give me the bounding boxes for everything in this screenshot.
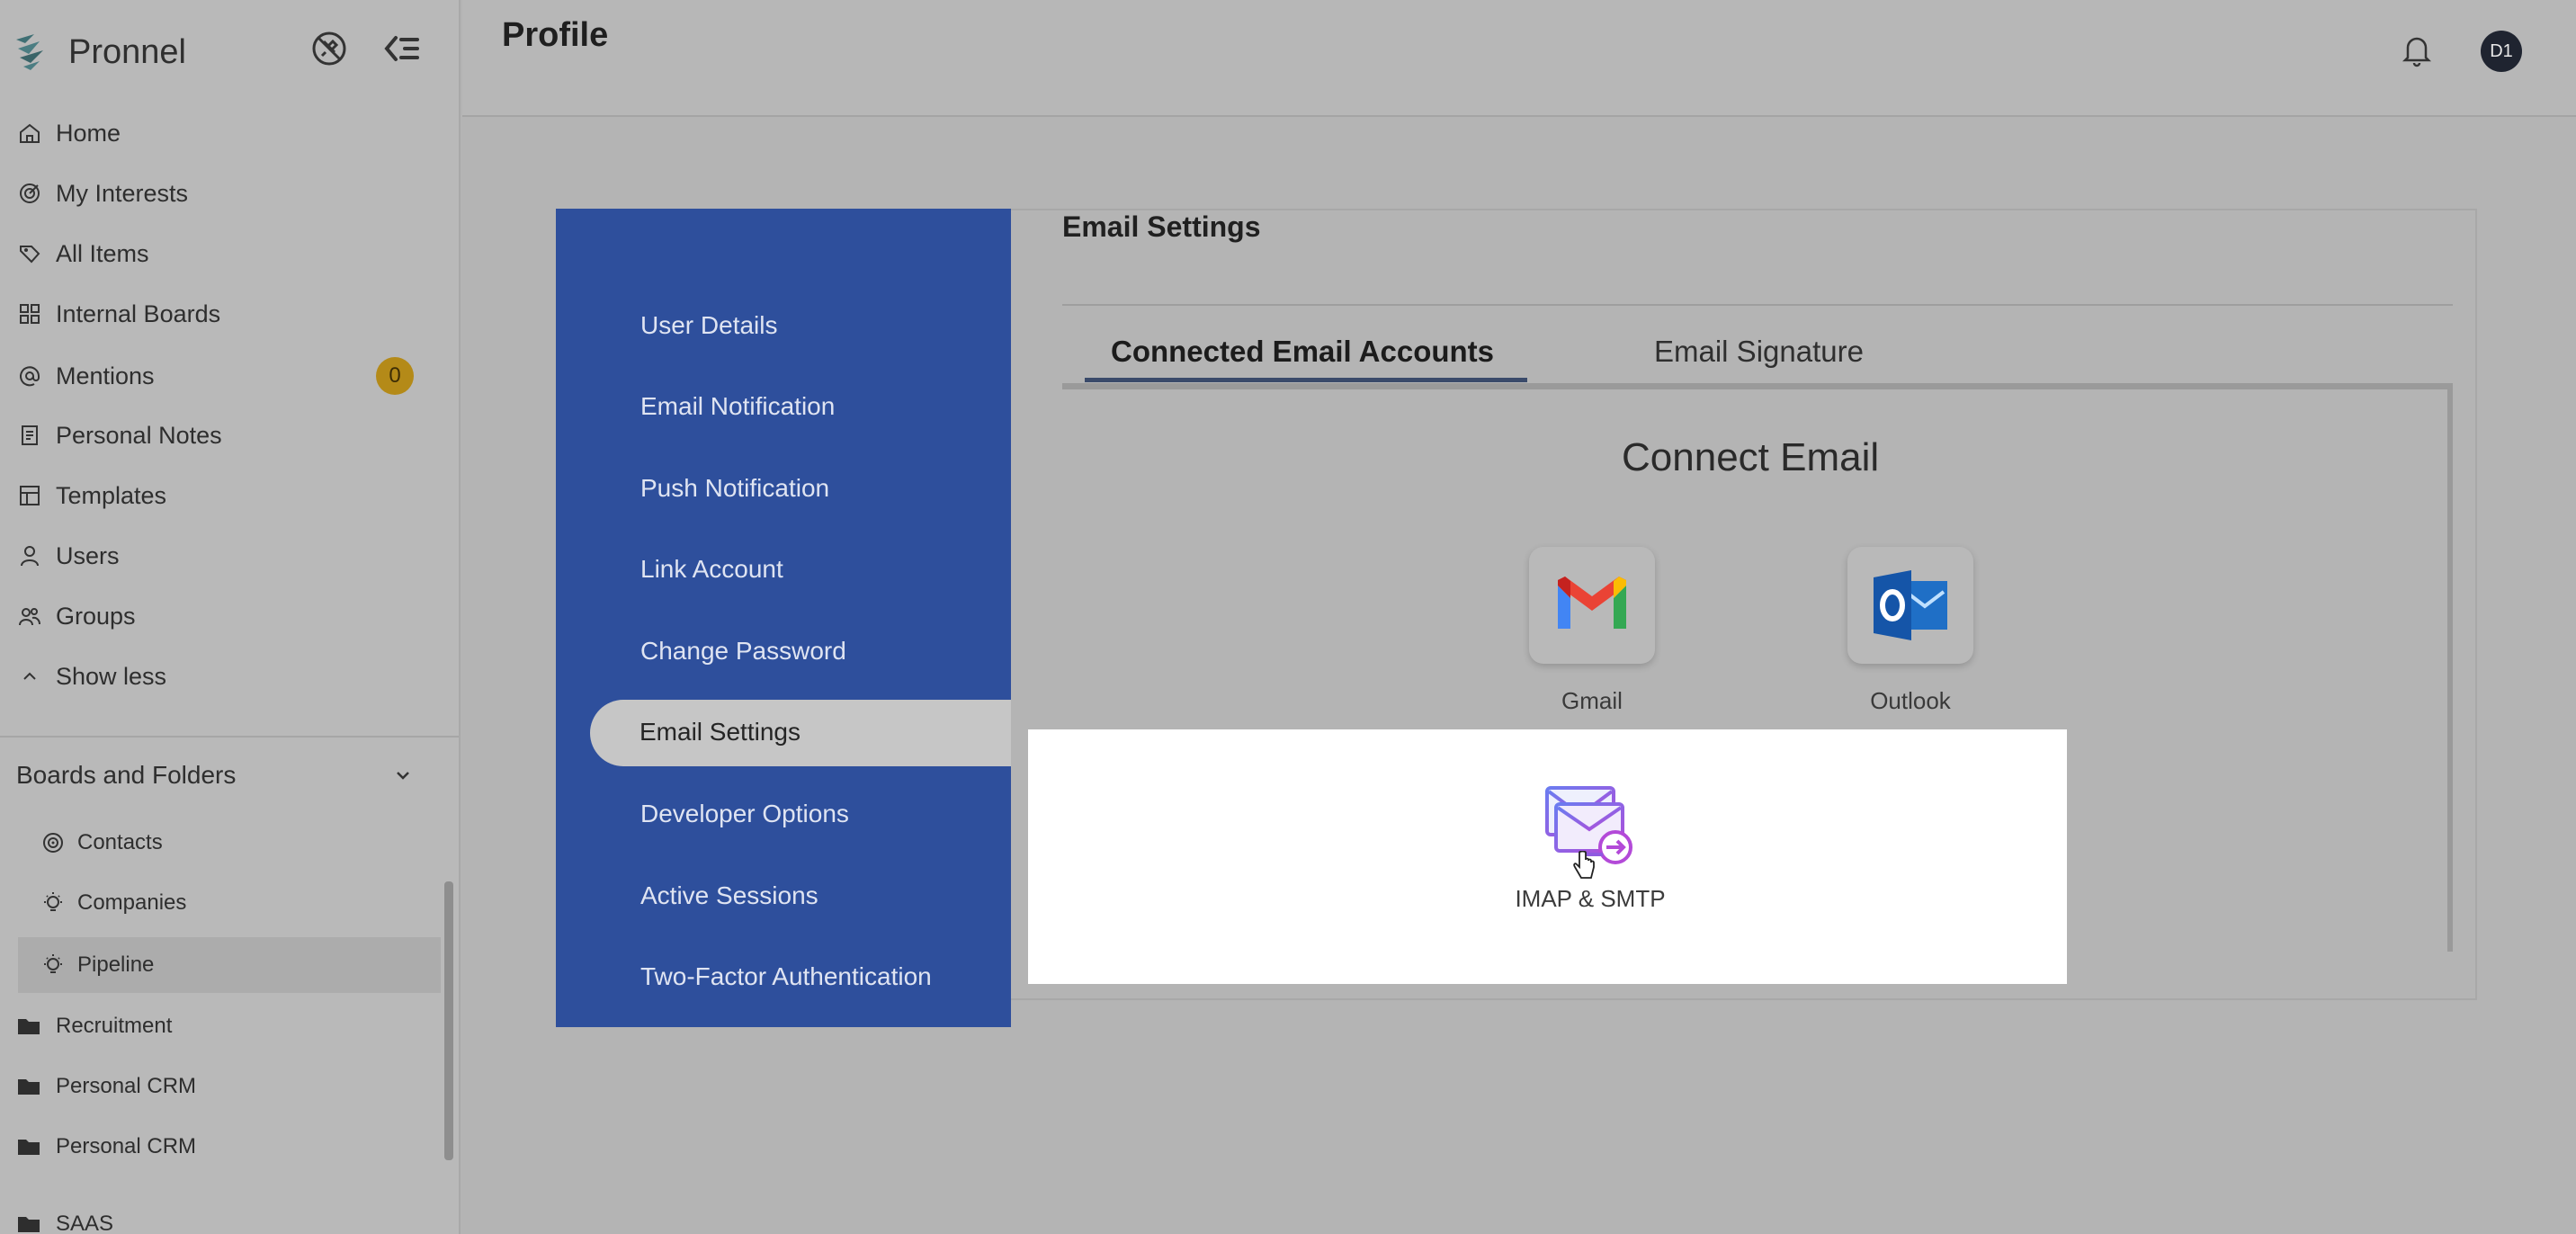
top-header: Profile D1: [462, 0, 2576, 117]
sidebar-item-home[interactable]: Home: [0, 106, 459, 160]
menu-item-user-details[interactable]: User Details: [640, 311, 777, 340]
outlook-icon: [1874, 570, 1947, 640]
target-icon: [20, 183, 40, 203]
sidebar-item-label: Internal Boards: [56, 300, 221, 327]
menu-item-developer-options[interactable]: Developer Options: [640, 800, 849, 828]
gmail-icon: [1558, 577, 1626, 629]
folder-item-saas[interactable]: SAAS: [0, 1178, 441, 1234]
menu-item-email-settings-label: Email Settings: [640, 718, 801, 746]
sidebar-scrollbar[interactable]: [444, 881, 453, 1160]
sidebar-divider: [0, 736, 459, 738]
folder-item-label: Personal CRM: [56, 1134, 197, 1158]
boards-and-folders-header[interactable]: Boards and Folders: [0, 748, 459, 802]
bulb-icon: [44, 892, 62, 911]
sidebar-item-personal-notes[interactable]: Personal Notes: [0, 408, 459, 462]
note-icon: [22, 425, 38, 445]
board-item-pipeline[interactable]: Pipeline: [18, 937, 441, 993]
sidebar-item-label: Templates: [56, 481, 167, 509]
tab-connected-email-accounts[interactable]: Connected Email Accounts: [1111, 335, 1494, 369]
gmail-button[interactable]: [1529, 547, 1655, 664]
sidebar-item-mentions[interactable]: Mentions 0: [0, 349, 459, 403]
sidebar-item-label: Show less: [56, 662, 167, 690]
pronnel-logo-icon: [16, 34, 43, 70]
user-icon: [21, 546, 39, 567]
bell-icon[interactable]: [2401, 32, 2433, 68]
menu-item-push-notification[interactable]: Push Notification: [640, 474, 829, 503]
menu-item-change-password[interactable]: Change Password: [640, 637, 846, 666]
sidebar-item-label: Users: [56, 541, 120, 569]
collapse-sidebar-icon[interactable]: [380, 27, 423, 70]
grid-icon: [20, 304, 40, 324]
show-less-toggle[interactable]: Show less: [0, 649, 459, 703]
board-item-contacts[interactable]: Contacts: [18, 815, 441, 871]
folder-item-label: Recruitment: [56, 1014, 173, 1038]
board-item-label: Companies: [77, 890, 187, 915]
mentions-count-badge: 0: [376, 357, 414, 395]
tag-icon: [20, 246, 40, 264]
folder-icon: [18, 1079, 40, 1095]
board-item-companies[interactable]: Companies: [18, 875, 441, 931]
active-tab-indicator: [1085, 378, 1527, 382]
folder-item-personal-crm[interactable]: Personal CRM: [0, 1119, 441, 1175]
target-icon: [43, 833, 63, 853]
template-icon: [20, 486, 40, 505]
menu-item-email-notification[interactable]: Email Notification: [640, 392, 835, 421]
bulb-icon: [44, 954, 62, 973]
folder-icon: [18, 1019, 40, 1034]
sidebar-item-label: Home: [56, 119, 121, 147]
menu-item-active-sessions[interactable]: Active Sessions: [640, 881, 818, 910]
sidebar-item-label: Mentions: [56, 362, 155, 389]
group-icon: [19, 608, 40, 626]
sidebar-item-internal-boards[interactable]: Internal Boards: [0, 287, 459, 341]
pin-off-icon[interactable]: [308, 27, 351, 70]
chevron-up-icon: [23, 672, 36, 680]
tab-bar-border: [1062, 383, 2453, 389]
folder-item-label: Personal CRM: [56, 1074, 197, 1098]
sidebar-item-label: All Items: [56, 239, 149, 267]
hand-cursor-icon: [1573, 851, 1595, 879]
outlook-button[interactable]: [1847, 547, 1973, 664]
connect-email-title: Connect Email: [1622, 435, 1880, 479]
board-item-label: Pipeline: [77, 952, 155, 977]
sidebar: Pronnel Home My Interests All Items Inte…: [0, 0, 461, 1234]
sidebar-item-label: My Interests: [56, 179, 189, 207]
page-title: Profile: [502, 16, 609, 54]
sidebar-item-all-items[interactable]: All Items: [0, 227, 459, 281]
at-icon: [20, 366, 40, 387]
brand-name: Pronnel: [68, 32, 186, 71]
sidebar-item-users[interactable]: Users: [0, 529, 459, 583]
board-item-label: Contacts: [77, 830, 163, 854]
sidebar-item-my-interests[interactable]: My Interests: [0, 166, 459, 220]
sidebar-item-label: Personal Notes: [56, 421, 222, 449]
brand[interactable]: Pronnel: [13, 27, 186, 77]
sidebar-item-groups[interactable]: Groups: [0, 589, 459, 643]
chevron-down-icon[interactable]: [392, 765, 414, 786]
gmail-label: Gmail: [1561, 687, 1623, 714]
section-title: Boards and Folders: [16, 761, 237, 789]
folder-item-personal-crm[interactable]: Personal CRM: [0, 1059, 441, 1114]
sidebar-item-label: Groups: [56, 602, 136, 630]
menu-item-two-factor-authentication[interactable]: Two-Factor Authentication: [640, 962, 932, 991]
imap-smtp-label: IMAP & SMTP: [1515, 885, 1666, 912]
menu-item-link-account[interactable]: Link Account: [640, 555, 783, 584]
avatar[interactable]: D1: [2481, 31, 2522, 72]
folder-item-recruitment[interactable]: Recruitment: [0, 998, 441, 1054]
home-icon: [20, 123, 40, 143]
folder-icon: [18, 1217, 40, 1232]
card-divider: [1062, 304, 2453, 306]
profile-menu: User Details Email Notification Push Not…: [556, 209, 1011, 1027]
folder-item-label: SAAS: [56, 1212, 114, 1234]
sidebar-item-templates[interactable]: Templates: [0, 469, 459, 523]
folder-icon: [18, 1140, 40, 1155]
email-settings-title: Email Settings: [1062, 210, 1261, 243]
outlook-label: Outlook: [1870, 687, 1951, 714]
tab-email-signature[interactable]: Email Signature: [1654, 335, 1864, 369]
